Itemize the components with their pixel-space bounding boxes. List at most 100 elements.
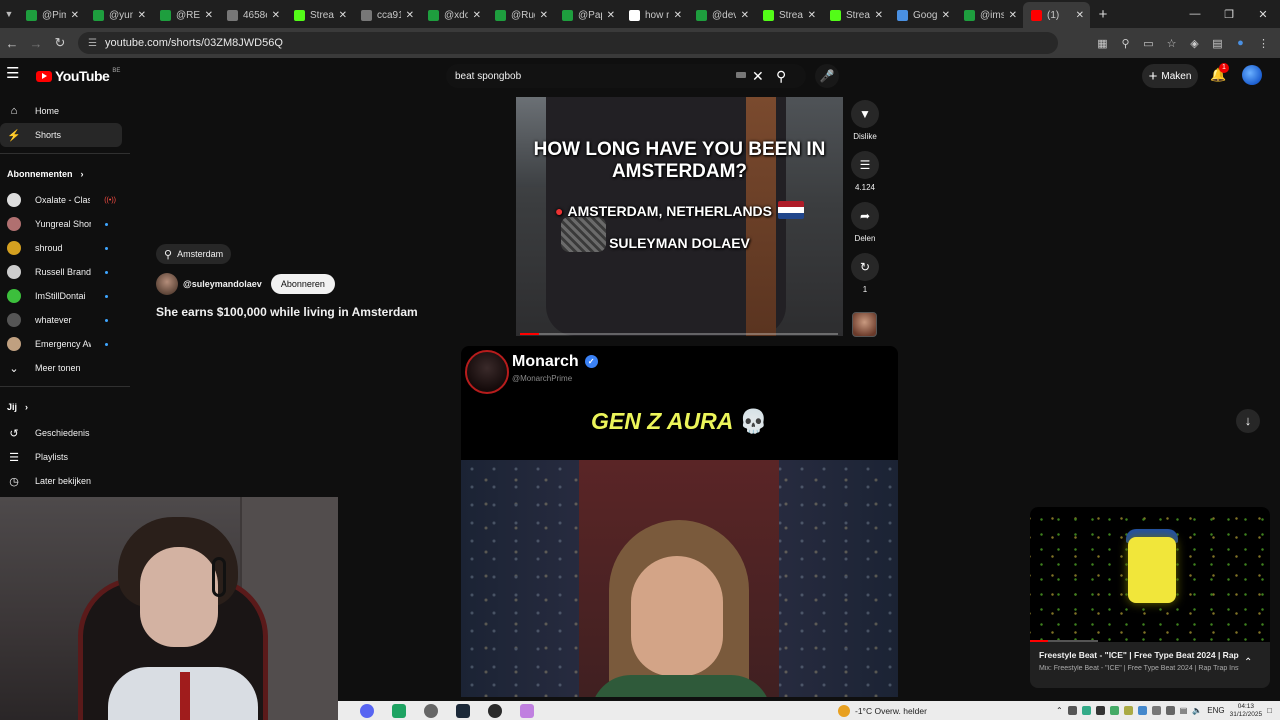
site-info-icon[interactable]: ☰ — [88, 38, 97, 49]
browser-tab[interactable]: @Pap ✕ — [554, 2, 621, 28]
channel-name[interactable]: @suleymandolaev — [183, 279, 262, 289]
sound-thumbnail[interactable] — [852, 312, 877, 337]
browser-tab[interactable]: @Rug ✕ — [487, 2, 554, 28]
tab-close-icon[interactable]: ✕ — [1076, 10, 1084, 21]
browser-tab[interactable]: @dev ✕ — [688, 2, 755, 28]
create-button[interactable]: + Maken — [1142, 64, 1198, 88]
miniplayer[interactable]: Freestyle Beat - "ICE" | Free Type Beat … — [1030, 507, 1270, 688]
app-icon-6[interactable] — [520, 704, 534, 718]
search-icon[interactable]: ⚲ — [776, 68, 786, 85]
subscription-item[interactable]: shroud — [0, 236, 122, 260]
browser-tab[interactable]: Stream ✕ — [286, 2, 353, 28]
share-icon[interactable]: ➦ — [851, 202, 879, 230]
subscription-item[interactable]: ImStillDontai — [0, 284, 122, 308]
browser-tab[interactable]: @ims ✕ — [956, 2, 1023, 28]
browser-tab[interactable]: @REN ✕ — [152, 2, 219, 28]
subscription-item[interactable]: whatever — [0, 308, 122, 332]
tab-close-icon[interactable]: ✕ — [272, 10, 280, 21]
back-icon[interactable]: ← — [0, 36, 24, 51]
sidebar-item-shorts[interactable]: ⚡ Shorts — [0, 123, 122, 147]
sidebar-item-watch-later[interactable]: ◷ Later bekijken — [0, 469, 122, 493]
tab-close-icon[interactable]: ✕ — [540, 10, 548, 21]
browser-tab[interactable]: @Pim ✕ — [18, 2, 85, 28]
tab-close-icon[interactable]: ✕ — [942, 10, 950, 21]
sidebar-item-playlists[interactable]: ☰ Playlists — [0, 445, 122, 469]
search-box[interactable]: beat spongbob ✕ ⚲ — [446, 64, 806, 88]
search-input[interactable]: beat spongbob — [455, 71, 521, 82]
tab-close-icon[interactable]: ✕ — [808, 10, 816, 21]
tray-app-icon[interactable] — [1165, 706, 1175, 715]
volume-icon[interactable]: 🔈 — [1192, 706, 1202, 715]
gear-icon[interactable] — [424, 704, 438, 718]
bookmark-star-icon[interactable]: ☆ — [1161, 37, 1182, 50]
chevron-up-icon[interactable]: ⌃ — [1244, 657, 1252, 668]
new-tab-button[interactable]: + — [1090, 6, 1116, 23]
short-video-player[interactable]: HOW LONG HAVE YOU BEEN IN AMSTERDAM? ● AM… — [516, 97, 843, 336]
location-chip[interactable]: ⚲ Amsterdam — [156, 244, 232, 264]
browser-tab[interactable]: cca91 ✕ — [353, 2, 420, 28]
clear-search-icon[interactable]: ✕ — [752, 68, 764, 85]
sidebar-item-home[interactable]: ⌂ Home — [0, 99, 122, 123]
menu-dots-icon[interactable]: ⋮ — [1253, 37, 1274, 50]
remix-icon[interactable]: ↻ — [851, 253, 879, 281]
minimize-icon[interactable]: — — [1178, 0, 1212, 28]
browser-tab[interactable]: how r ✕ — [621, 2, 688, 28]
subscriptions-heading[interactable]: Abonnementen › — [0, 160, 130, 188]
close-window-icon[interactable]: ✕ — [1246, 0, 1280, 28]
miniplayer-video[interactable] — [1030, 507, 1270, 642]
tray-app-icon[interactable] — [1081, 706, 1091, 715]
tray-app-icon[interactable] — [1151, 706, 1161, 715]
notifications-center-icon[interactable]: □ — [1267, 706, 1272, 715]
comments-icon[interactable]: ☰ — [851, 151, 879, 179]
tray-app-icon[interactable] — [1095, 706, 1105, 715]
tab-close-icon[interactable]: ✕ — [473, 10, 481, 21]
show-more-button[interactable]: ⌄ Meer tonen — [0, 356, 122, 380]
browser-tab[interactable]: (1) ✕ — [1023, 2, 1090, 28]
tab-close-icon[interactable]: ✕ — [71, 10, 79, 21]
translate-icon[interactable]: ▦ — [1092, 37, 1113, 50]
notifications-icon[interactable]: 🔔 1 — [1210, 63, 1229, 83]
language-indicator[interactable]: ENG — [1207, 706, 1224, 715]
browser-tab[interactable]: Stream ✕ — [822, 2, 889, 28]
tab-groups-icon[interactable]: ▤ — [1207, 37, 1228, 50]
tab-close-icon[interactable]: ✕ — [1009, 10, 1017, 21]
you-heading[interactable]: Jij › — [0, 393, 130, 421]
tab-close-icon[interactable]: ✕ — [674, 10, 682, 21]
menu-icon[interactable]: ☰ — [6, 66, 22, 81]
browser-tab[interactable]: Stream ✕ — [755, 2, 822, 28]
dislike-icon[interactable]: ▼ — [851, 100, 879, 128]
tray-app-icon[interactable] — [1137, 706, 1147, 715]
browser-tab[interactable]: 4658e ✕ — [219, 2, 286, 28]
tab-close-icon[interactable]: ✕ — [607, 10, 615, 21]
forward-icon[interactable]: → — [24, 36, 48, 51]
next-short-preview[interactable]: Monarch ✓ @MonarchPrime GEN Z AURA 💀 — [461, 346, 898, 697]
short-title[interactable]: She earns $100,000 while living in Amste… — [156, 305, 418, 319]
voice-search-icon[interactable]: 🎤 — [815, 64, 839, 88]
browser-tab[interactable]: @yun ✕ — [85, 2, 152, 28]
extensions-icon[interactable]: ◈ — [1184, 37, 1205, 50]
zoom-icon[interactable]: ⚲ — [1115, 37, 1136, 50]
tray-app-icon[interactable] — [1123, 706, 1133, 715]
next-short-arrow-icon[interactable]: ↓ — [1236, 409, 1260, 433]
subscribe-button[interactable]: Abonneren — [270, 274, 335, 294]
tab-close-icon[interactable]: ✕ — [406, 10, 414, 21]
tab-close-icon[interactable]: ✕ — [138, 10, 146, 21]
steam-icon[interactable] — [456, 704, 470, 718]
keyboard-icon[interactable] — [736, 72, 746, 78]
tab-search-dropdown-icon[interactable]: ▼ — [0, 0, 18, 28]
youtube-logo[interactable]: YouTube BE — [36, 68, 120, 84]
media-player-icon[interactable] — [488, 704, 502, 718]
subscription-item[interactable]: Yungreal Shorts — [0, 212, 122, 236]
miniplayer-progress-bar[interactable] — [1030, 640, 1098, 642]
miniplayer-title[interactable]: Freestyle Beat - "ICE" | Free Type Beat … — [1039, 650, 1239, 660]
browser-tab[interactable]: Goog ✕ — [889, 2, 956, 28]
video-progress-bar[interactable] — [520, 333, 838, 335]
tab-close-icon[interactable]: ✕ — [339, 10, 347, 21]
url-input[interactable]: ☰ youtube.com/shorts/03ZM8JWD56Q — [78, 32, 1058, 54]
app-icon-1[interactable] — [360, 704, 374, 718]
browser-tab[interactable]: @xdo ✕ — [420, 2, 487, 28]
reload-icon[interactable]: ↻ — [48, 35, 72, 51]
tab-close-icon[interactable]: ✕ — [205, 10, 213, 21]
profile-icon[interactable]: ● — [1230, 37, 1251, 49]
account-avatar[interactable] — [1242, 65, 1262, 85]
